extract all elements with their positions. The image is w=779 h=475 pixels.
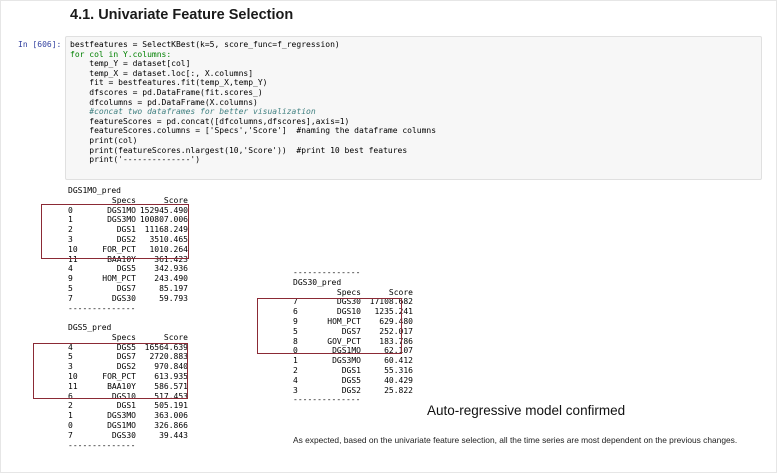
table-row: 4 DGS5 342.936	[68, 264, 188, 274]
output-title: DGS5_pred	[68, 323, 112, 332]
table-row: 3 DGS2 25.822	[293, 386, 413, 396]
row-index: 4	[293, 375, 298, 385]
code-cell[interactable]: bestfeatures = SelectKBest(k=5, score_fu…	[65, 36, 762, 180]
code-line: temp_X = dataset.loc[:, X.columns]	[70, 68, 254, 78]
code-line: #concat two dataframes for better visual…	[70, 107, 316, 117]
conclusion-caption: Auto-regressive model confirmed	[427, 403, 626, 418]
row-spec: DGS3MO	[107, 411, 136, 421]
row-spec: DGS2	[341, 385, 361, 395]
table-header: Specs Score	[68, 333, 188, 343]
code-line: print(featureScores.nlargest(10,'Score')…	[70, 145, 408, 155]
row-index: 0	[68, 420, 73, 430]
row-spec: DGS3MO	[332, 356, 361, 366]
header-specs: Specs	[336, 287, 361, 297]
table-row: 7 DGS30 39.443	[68, 431, 188, 441]
row-score: 40.429	[384, 375, 413, 385]
row-spec: DGS1	[116, 401, 136, 411]
table-row: 4 DGS5 40.429	[293, 376, 413, 386]
row-score: 342.936	[154, 264, 188, 274]
row-spec: DGS5	[341, 375, 361, 385]
row-score: 60.412	[384, 356, 413, 366]
row-index: 4	[68, 264, 73, 274]
table-row: 2 DGS1 55.316	[293, 366, 413, 376]
row-spec: DGS1	[341, 365, 361, 375]
row-spec: DGS30	[111, 430, 136, 440]
code-line: featureScores = pd.concat([dfcolumns,dfs…	[70, 116, 350, 126]
table-row: 0 DGS1MO 326.866	[68, 421, 188, 431]
row-index: 9	[68, 274, 73, 284]
code-line: featureScores.columns = ['Specs','Score'…	[70, 126, 437, 136]
row-index: 7	[68, 293, 73, 303]
code-line: temp_Y = dataset[col]	[70, 59, 191, 69]
table-row: 1 DGS3MO 60.412	[293, 356, 413, 366]
row-score: 326.866	[154, 420, 188, 430]
row-index: 2	[293, 365, 298, 375]
output-separator: --------------	[68, 440, 136, 450]
row-spec: DGS1MO	[107, 420, 136, 430]
table-row: 7 DGS30 59.793	[68, 294, 188, 304]
row-index: 7	[68, 430, 73, 440]
highlight-box-dgs5	[33, 343, 188, 399]
code-line: dfscores = pd.DataFrame(fit.scores_)	[70, 87, 263, 97]
header-score: Score	[163, 332, 188, 342]
row-score: 505.191	[154, 401, 188, 411]
conclusion-note: As expected, based on the univariate fea…	[293, 435, 738, 445]
row-spec: DGS5	[116, 264, 136, 274]
row-spec: DGS7	[116, 283, 136, 293]
output-title: DGS1MO_pred	[68, 186, 121, 195]
row-score: 25.822	[384, 385, 413, 395]
table-row: 1 DGS3MO 363.006	[68, 411, 188, 421]
row-score: 363.006	[154, 411, 188, 421]
row-index: 3	[293, 385, 298, 395]
table-header: Specs Score	[293, 288, 413, 298]
code-line: dfcolumns = pd.DataFrame(X.columns)	[70, 97, 258, 107]
section-heading: 4.1. Univariate Feature Selection	[70, 7, 294, 23]
code-line: print('--------------')	[70, 155, 201, 165]
row-index: 2	[68, 401, 73, 411]
row-score: 85.197	[159, 283, 188, 293]
code-line: print(col)	[70, 135, 138, 145]
row-score: 39.443	[159, 430, 188, 440]
code-line: bestfeatures = SelectKBest(k=5, score_fu…	[70, 40, 340, 49]
table-row: 5 DGS7 85.197	[68, 284, 188, 294]
highlight-box-dgs30	[257, 298, 402, 354]
header-score: Score	[388, 287, 413, 297]
output-separator: --------------	[293, 268, 361, 277]
row-spec: HOM_PCT	[102, 274, 136, 284]
row-score: 243.490	[154, 274, 188, 284]
row-spec: DGS30	[111, 293, 136, 303]
table-row: 9 HOM_PCT 243.490	[68, 274, 188, 284]
row-index: 5	[68, 283, 73, 293]
code-line: fit = bestfeatures.fit(temp_X,temp_Y)	[70, 78, 268, 88]
row-score: 59.793	[159, 293, 188, 303]
cell-prompt: In [606]:	[18, 40, 62, 49]
output-separator: --------------	[293, 395, 361, 405]
highlight-box-dgs1mo	[41, 204, 189, 259]
code-editor[interactable]: bestfeatures = SelectKBest(k=5, score_fu…	[66, 37, 761, 168]
row-index: 1	[293, 356, 298, 366]
row-index: 1	[68, 411, 73, 421]
output-title: DGS30_pred	[293, 277, 342, 287]
code-line: for col in Y.columns:	[70, 49, 172, 59]
header-specs: Specs	[111, 332, 136, 342]
table-row: 2 DGS1 505.191	[68, 401, 188, 411]
output-separator: --------------	[68, 303, 136, 313]
row-score: 55.316	[384, 365, 413, 375]
